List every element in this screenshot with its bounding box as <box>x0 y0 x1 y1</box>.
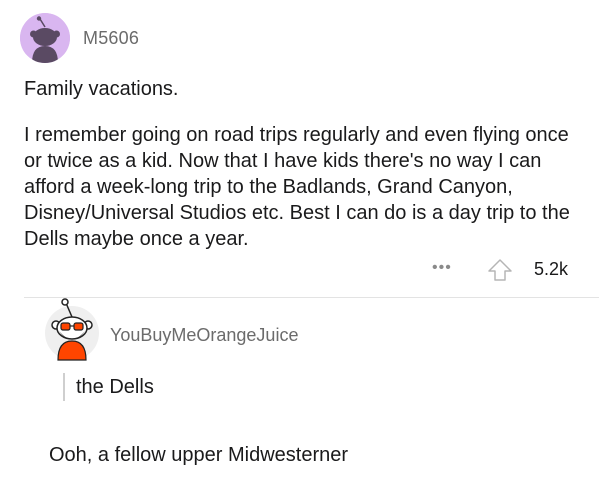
reply-avatar[interactable] <box>44 295 104 365</box>
snoo-avatar-icon <box>45 298 99 361</box>
reply-author[interactable]: YouBuyMeOrangeJuice <box>110 325 298 346</box>
more-horizontal-icon[interactable]: ••• <box>432 258 452 278</box>
reply-body: Ooh, a fellow upper Midwesterner <box>49 444 349 466</box>
reply-quote: the Dells <box>63 373 154 401</box>
post-body: I remember going on road trips regularly… <box>24 124 570 250</box>
post-author[interactable]: M5606 <box>83 28 139 49</box>
post-title: Family vacations. <box>24 78 179 100</box>
upvote-arrow-icon[interactable] <box>487 258 513 282</box>
vote-count: 5.2k <box>534 259 569 279</box>
post-actions: ••• 5.2k <box>0 258 599 282</box>
avatar[interactable] <box>20 13 70 63</box>
snoo-avatar-icon <box>20 13 70 63</box>
divider <box>24 297 599 298</box>
